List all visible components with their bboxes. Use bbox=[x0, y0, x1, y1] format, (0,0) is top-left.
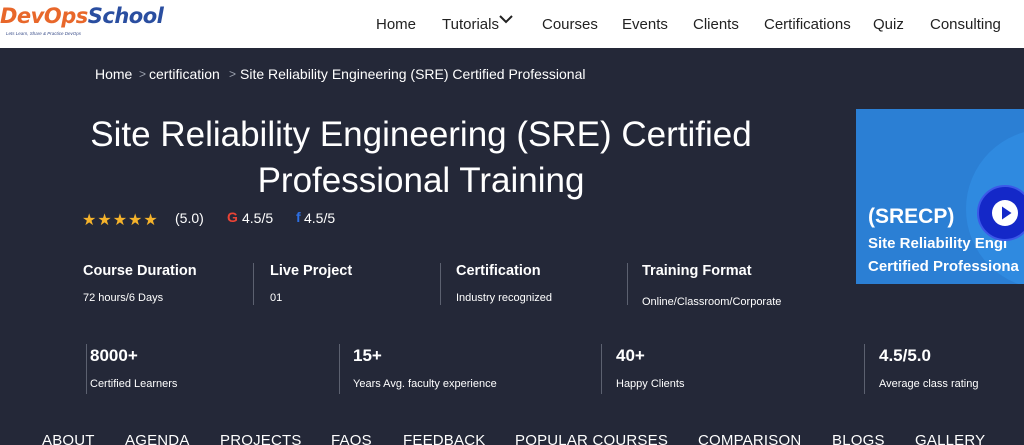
logo-wordmark: DevOpsSchool bbox=[0, 4, 164, 28]
nav-quiz[interactable]: Quiz bbox=[873, 16, 904, 33]
logo-part-school: School bbox=[87, 4, 164, 28]
nav-clients[interactable]: Clients bbox=[693, 16, 739, 33]
nav-home[interactable]: Home bbox=[376, 16, 416, 33]
facebook-icon: f bbox=[296, 209, 301, 225]
stat-number-experience: 15+ bbox=[353, 346, 382, 365]
tab-blogs[interactable]: BLOGS bbox=[832, 432, 885, 445]
card-course-title-line1: Site Reliability Engi bbox=[868, 235, 1008, 252]
stat-label-learners: Certified Learners bbox=[90, 378, 178, 390]
info-value-certification: Industry recognized bbox=[456, 292, 552, 304]
divider bbox=[253, 263, 254, 305]
tab-gallery[interactable]: GALLERY bbox=[915, 432, 985, 445]
stat-number-learners: 8000+ bbox=[90, 346, 138, 365]
page-title: Site Reliability Engineering (SRE) Certi… bbox=[30, 112, 812, 204]
play-video-button[interactable] bbox=[977, 185, 1024, 241]
info-value-course-duration: 72 hours/6 Days bbox=[83, 292, 164, 304]
tab-about[interactable]: ABOUT bbox=[42, 432, 95, 445]
tab-comparison[interactable]: COMPARISON bbox=[698, 432, 801, 445]
facebook-rating: 4.5/5 bbox=[304, 210, 336, 226]
divider bbox=[864, 344, 865, 394]
nav-events[interactable]: Events bbox=[622, 16, 668, 33]
rating-score: (5.0) bbox=[175, 210, 204, 226]
google-icon: G bbox=[227, 209, 238, 225]
stat-label-clients: Happy Clients bbox=[616, 378, 685, 390]
info-title-training-format: Training Format bbox=[642, 263, 752, 279]
card-course-abbreviation: (SRECP) bbox=[868, 205, 955, 228]
page-title-line2: Professional Training bbox=[257, 161, 585, 200]
breadcrumb-certification[interactable]: certification bbox=[149, 66, 220, 82]
tab-popular-courses[interactable]: POPULAR COURSES bbox=[515, 432, 668, 445]
info-value-training-format: Online/Classroom/Corporate bbox=[642, 296, 782, 308]
tab-feedback[interactable]: FEEDBACK bbox=[403, 432, 485, 445]
tab-projects[interactable]: PROJECTS bbox=[220, 432, 302, 445]
google-rating: 4.5/5 bbox=[242, 210, 274, 226]
stat-label-rating: Average class rating bbox=[879, 378, 979, 390]
devopsschool-logo[interactable]: DevOpsSchool Lets Learn, Share & Practic… bbox=[0, 4, 190, 42]
info-title-live-project: Live Project bbox=[270, 263, 353, 279]
chevron-down-icon[interactable] bbox=[498, 13, 514, 25]
breadcrumb-home[interactable]: Home bbox=[95, 66, 132, 82]
nav-certifications[interactable]: Certifications bbox=[764, 16, 851, 33]
play-icon bbox=[992, 200, 1018, 226]
tab-faqs[interactable]: FAQS bbox=[331, 432, 372, 445]
stat-number-clients: 40+ bbox=[616, 346, 645, 365]
logo-tagline: Lets Learn, Share & Practice DevOps bbox=[6, 31, 82, 36]
info-title-certification: Certification bbox=[456, 263, 541, 279]
section-tab-bar: ABOUT AGENDA PROJECTS FAQS FEEDBACK POPU… bbox=[0, 428, 1024, 445]
nav-consulting[interactable]: Consulting bbox=[930, 16, 1001, 33]
logo-part-devops: DevOps bbox=[0, 4, 88, 28]
info-title-course-duration: Course Duration bbox=[83, 263, 197, 279]
divider bbox=[627, 263, 628, 305]
top-navbar: DevOpsSchool Lets Learn, Share & Practic… bbox=[0, 0, 1024, 48]
tab-agenda[interactable]: AGENDA bbox=[125, 432, 190, 445]
nav-courses[interactable]: Courses bbox=[542, 16, 598, 33]
divider bbox=[601, 344, 602, 394]
breadcrumb-separator: > bbox=[139, 67, 147, 81]
stat-label-experience: Years Avg. faculty experience bbox=[353, 378, 497, 390]
stat-number-rating: 4.5/5.0 bbox=[879, 346, 931, 365]
breadcrumb-current: Site Reliability Engineering (SRE) Certi… bbox=[240, 66, 586, 82]
info-value-live-project: 01 bbox=[270, 292, 283, 304]
page-title-line1: Site Reliability Engineering (SRE) Certi… bbox=[90, 115, 752, 154]
divider bbox=[339, 344, 340, 394]
divider bbox=[86, 344, 87, 394]
divider bbox=[440, 263, 441, 305]
card-course-title-line2: Certified Professiona bbox=[868, 258, 1019, 275]
breadcrumb-separator: > bbox=[229, 67, 237, 81]
star-rating-icon: ★★★★★ bbox=[82, 212, 159, 229]
nav-tutorials[interactable]: Tutorials bbox=[442, 16, 499, 33]
course-video-card[interactable]: (SRECP) Site Reliability Engi Certified … bbox=[856, 109, 1024, 284]
